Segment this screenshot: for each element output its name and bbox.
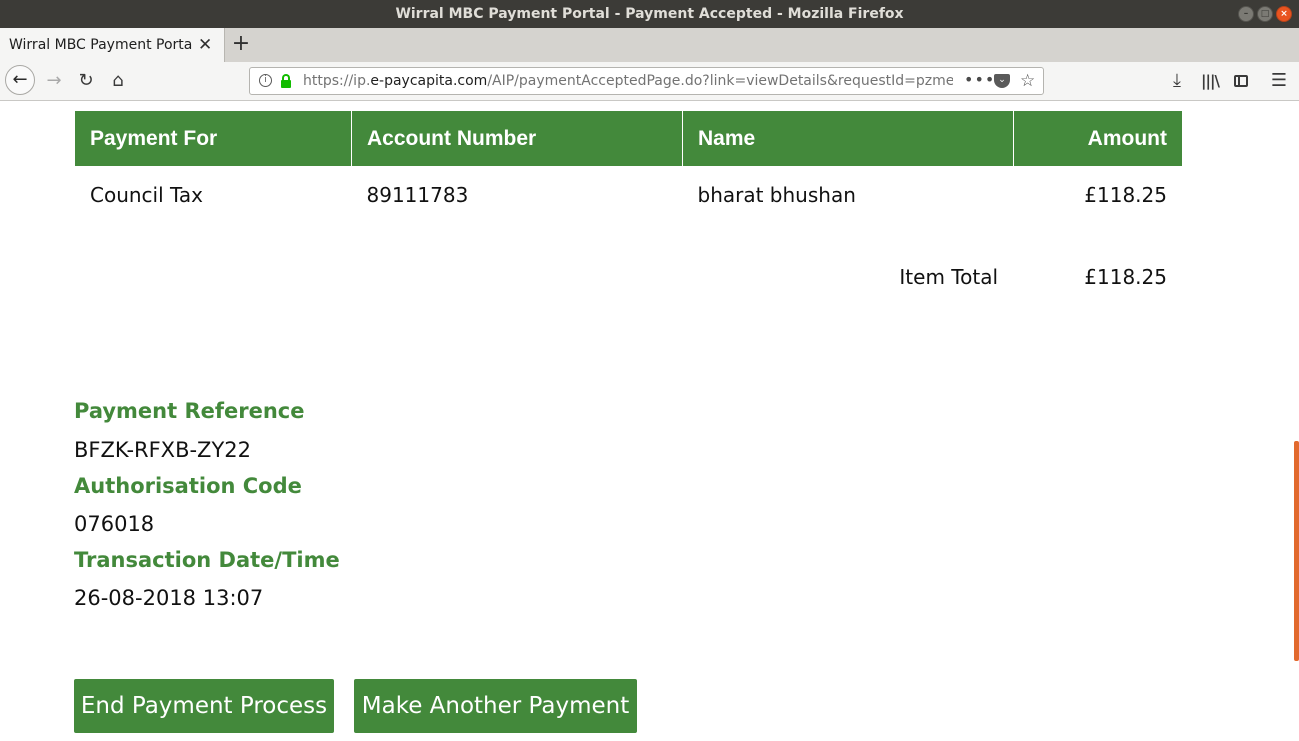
close-window-button[interactable]: × (1276, 6, 1292, 22)
home-icon[interactable]: ⌂ (106, 62, 130, 100)
table-header-row: Payment For Account Number Name Amount (75, 111, 1182, 166)
lock-icon[interactable] (281, 74, 291, 88)
header-payment-for: Payment For (75, 111, 352, 166)
forward-arrow-icon[interactable]: → (42, 62, 66, 100)
browser-tab[interactable]: Wirral MBC Payment Portal ✕ (0, 28, 225, 62)
tab-title: Wirral MBC Payment Portal (9, 37, 193, 53)
library-icon[interactable]: |||\ (1198, 62, 1222, 100)
tab-close-icon[interactable]: ✕ (198, 28, 212, 62)
back-button[interactable]: ← (5, 65, 35, 95)
authorisation-code-value: 076018 (74, 512, 155, 536)
end-payment-process-button[interactable]: End Payment Process (74, 679, 334, 733)
window-titlebar: Wirral MBC Payment Portal - Payment Acce… (0, 0, 1299, 28)
authorisation-code-label: Authorisation Code (74, 474, 302, 498)
payment-reference-label: Payment Reference (74, 399, 305, 423)
back-arrow-icon: ← (12, 69, 28, 90)
url-text[interactable]: https://ip.e-paycapita.com/AIP/paymentAc… (303, 68, 953, 94)
more-icon[interactable]: ••• (964, 68, 995, 92)
url-host: e-paycapita.com (370, 73, 488, 89)
url-scheme: https://ip. (303, 73, 371, 89)
reload-icon[interactable]: ↻ (74, 62, 98, 100)
minimize-button[interactable]: – (1238, 6, 1254, 22)
make-another-payment-button[interactable]: Make Another Payment (354, 679, 637, 733)
download-icon[interactable]: ⤓ (1166, 62, 1188, 100)
pocket-icon[interactable]: ⌄ (994, 74, 1010, 88)
cell-name: bharat bhushan (697, 183, 856, 207)
info-icon[interactable]: i (259, 74, 272, 87)
window-title: Wirral MBC Payment Portal - Payment Acce… (395, 6, 904, 22)
url-path: /AIP/paymentAcceptedPage.do?link=viewDet… (487, 73, 953, 89)
sidebar-icon[interactable] (1230, 62, 1252, 100)
header-amount: Amount (1013, 111, 1182, 166)
new-tab-icon[interactable]: + (230, 28, 252, 60)
maximize-button[interactable]: □ (1257, 6, 1273, 22)
payment-table: Payment For Account Number Name Amount C… (75, 111, 1182, 224)
minimize-icon: – (1243, 9, 1249, 19)
menu-icon[interactable]: ☰ (1268, 62, 1290, 100)
url-bar[interactable]: i https://ip.e-paycapita.com/AIP/payment… (249, 67, 1044, 95)
cell-payment-for: Council Tax (90, 183, 204, 207)
star-icon[interactable]: ☆ (1020, 68, 1035, 94)
close-icon: × (1280, 9, 1288, 19)
cell-amount: £118.25 (1084, 183, 1167, 207)
cell-account-number: 89111783 (366, 183, 469, 207)
page-scrollbar[interactable] (1288, 101, 1299, 741)
maximize-icon: □ (1260, 9, 1270, 19)
transaction-date-label: Transaction Date/Time (74, 548, 340, 572)
item-total-label: Item Total (899, 265, 998, 289)
header-name: Name (682, 111, 1014, 166)
navigation-bar: ← → ↻ ⌂ i https://ip.e-paycapita.com/AIP… (0, 62, 1299, 101)
tab-strip: Wirral MBC Payment Portal ✕ + (0, 28, 1299, 62)
header-account-number: Account Number (351, 111, 683, 166)
transaction-date-value: 26-08-2018 13:07 (74, 586, 264, 610)
item-total-value: £118.25 (1084, 265, 1167, 289)
scrollbar-thumb[interactable] (1294, 441, 1299, 661)
payment-reference-value: BFZK-RFXB-ZY22 (74, 438, 251, 462)
page-content: Payment For Account Number Name Amount C… (0, 101, 1288, 741)
table-row: Council Tax 89111783 bharat bhushan £118… (75, 166, 1182, 224)
